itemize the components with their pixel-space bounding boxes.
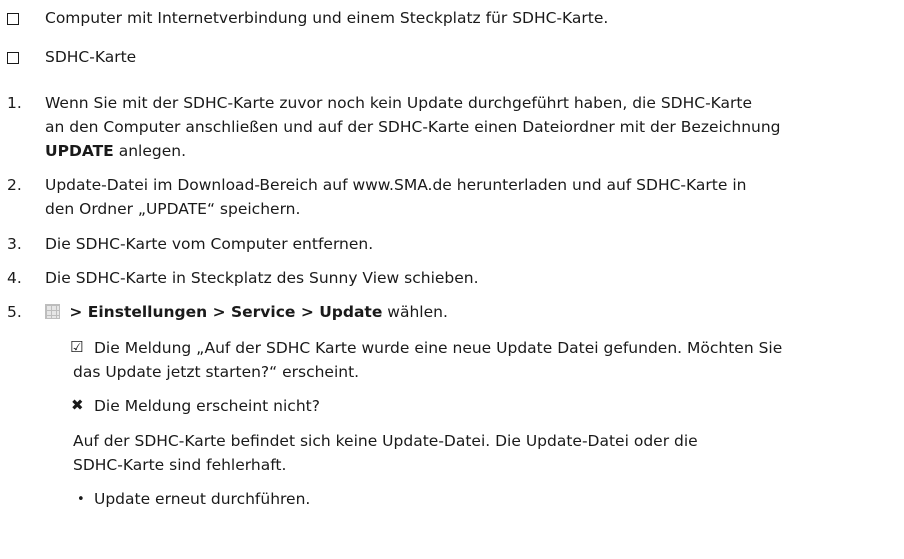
step-text: den Ordner „UPDATE“ speichern. bbox=[45, 200, 301, 218]
step-text-rest: wählen. bbox=[382, 303, 448, 321]
step-number: 2. bbox=[7, 176, 22, 194]
error-text: SDHC-Karte sind fehlerhaft. bbox=[73, 456, 287, 474]
requirement-item: SDHC-Karte bbox=[45, 48, 137, 66]
step-text: UPDATE anlegen. bbox=[45, 141, 186, 162]
step-text: Die SDHC-Karte vom Computer entfernen. bbox=[45, 235, 374, 253]
step-text: Die SDHC-Karte in Steckplatz des Sunny V… bbox=[45, 269, 479, 287]
checkbox-icon bbox=[7, 13, 19, 25]
error-text: Auf der SDHC-Karte befindet sich keine U… bbox=[73, 432, 698, 450]
cross-icon: ✖ bbox=[71, 396, 84, 414]
error-remedy: Update erneut durchführen. bbox=[94, 490, 311, 508]
folder-name: UPDATE bbox=[45, 142, 114, 160]
menu-grid-icon bbox=[45, 304, 60, 319]
requirement-item: Computer mit Internetverbindung und eine… bbox=[45, 9, 609, 27]
step-text-rest: anlegen. bbox=[113, 142, 186, 160]
step-number: 5. bbox=[7, 303, 22, 321]
result-text: Die Meldung „Auf der SDHC Karte wurde ei… bbox=[94, 339, 783, 357]
menu-path: > Einstellungen > Service > Update bbox=[64, 303, 383, 321]
step-text: Update-Datei im Download-Bereich auf www… bbox=[45, 176, 747, 194]
bullet-icon: • bbox=[77, 492, 85, 507]
error-title: Die Meldung erscheint nicht? bbox=[94, 397, 320, 415]
step-number: 3. bbox=[7, 235, 22, 253]
result-text: das Update jetzt starten?“ erscheint. bbox=[73, 363, 360, 381]
step-number: 1. bbox=[7, 94, 22, 112]
step-text: an den Computer anschließen und auf der … bbox=[45, 118, 781, 136]
step-number: 4. bbox=[7, 269, 22, 287]
step-text: > Einstellungen > Service > Update wähle… bbox=[45, 302, 448, 323]
step-text: Wenn Sie mit der SDHC-Karte zuvor noch k… bbox=[45, 94, 753, 112]
checkbox-icon bbox=[7, 52, 19, 64]
checked-box-icon: ☑ bbox=[70, 338, 84, 356]
